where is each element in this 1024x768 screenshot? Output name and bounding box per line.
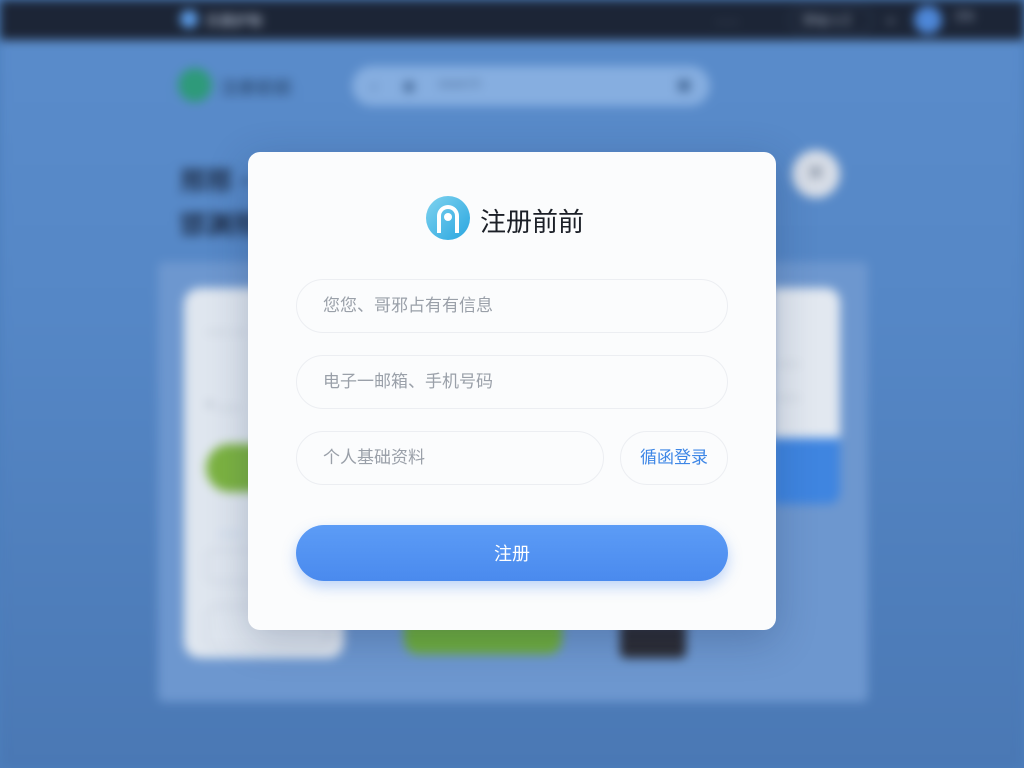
search-placeholder: search: [438, 77, 482, 92]
site-logo-icon: [180, 10, 198, 28]
register-button[interactable]: 注册: [296, 525, 728, 581]
search-bar: ⌕ ◉ search ▣: [352, 66, 710, 106]
brand-logo-icon: [426, 196, 470, 240]
avatar: [914, 6, 942, 34]
info-card-right: …… ……: [772, 288, 840, 438]
card-text: ……: [776, 354, 800, 368]
close-icon: ✕: [792, 150, 840, 198]
card-link: ……: [218, 524, 242, 538]
camera-icon: ◉: [402, 76, 416, 95]
top-navigation-bar: 乐鼎护物 …… Ship s 2 ⌄ EN: [0, 0, 1024, 40]
site-name: 乐鼎护物: [206, 14, 262, 30]
nav-item: ……: [715, 12, 739, 26]
blue-action-card: [772, 438, 840, 504]
filter-icon: ▣: [675, 75, 692, 95]
ship-pill-button: Ship s 2: [790, 6, 872, 34]
register-modal: 注册前前 循函登录 注册: [248, 152, 776, 630]
modal-title: 注册前前: [480, 208, 585, 238]
chevron-down-icon: ⌄: [884, 8, 898, 27]
header-logo-icon: [178, 68, 212, 102]
card-text: • ……: [206, 398, 241, 412]
email-phone-input[interactable]: [296, 355, 728, 409]
search-icon: ⌕: [370, 76, 379, 95]
brand-logo-dot: [444, 213, 452, 221]
card-text: ……: [776, 388, 800, 402]
card-text: …… …: [206, 322, 246, 336]
profile-input[interactable]: [296, 431, 604, 485]
name-input[interactable]: [296, 279, 728, 333]
language-toggle: EN: [956, 10, 974, 25]
header-title: 注册前前: [220, 78, 292, 99]
login-link-button[interactable]: 循函登录: [620, 431, 728, 485]
